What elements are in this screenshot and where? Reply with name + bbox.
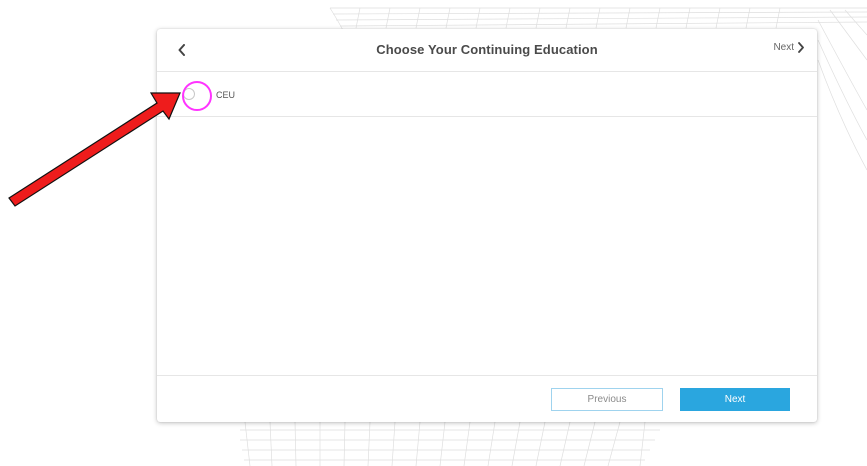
continuing-education-dialog: Choose Your Continuing Education Next CE… <box>157 29 817 422</box>
next-button[interactable]: Next <box>680 388 790 411</box>
option-row-ceu[interactable]: CEU <box>157 72 817 117</box>
dialog-header: Choose Your Continuing Education Next <box>157 29 817 72</box>
header-next-button[interactable]: Next <box>773 42 805 53</box>
previous-button[interactable]: Previous <box>551 388 663 411</box>
ceu-radio-button[interactable] <box>183 88 195 100</box>
dialog-title: Choose Your Continuing Education <box>376 42 598 57</box>
chevron-right-icon <box>798 42 804 53</box>
option-label: CEU <box>216 90 236 100</box>
dialog-footer: Previous Next <box>157 375 817 422</box>
header-next-label: Next <box>773 42 794 53</box>
